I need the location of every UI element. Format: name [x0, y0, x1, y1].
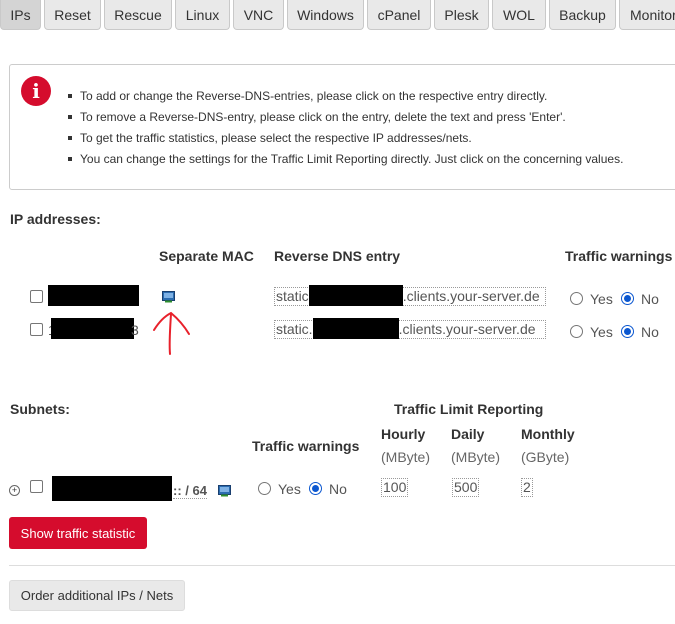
tab-monitor[interactable]: Monitor	[619, 0, 675, 30]
subnet-traffic-no-label: No	[329, 481, 347, 497]
subnet-row-checkbox[interactable]	[30, 480, 43, 493]
redacted-ip	[51, 318, 134, 339]
info-item: To remove a Reverse-DNS-entry, please cl…	[67, 109, 623, 130]
annotation-arrow	[153, 311, 190, 355]
traffic-yes-label: Yes	[590, 291, 613, 307]
reverse-dns-entry[interactable]: static. .clients.your-server.de	[274, 317, 546, 339]
redacted-dns	[312, 317, 399, 339]
monthly-unit: (GByte)	[521, 449, 570, 465]
reverse-dns-entry[interactable]: static .clients.your-server.de	[274, 284, 546, 306]
traffic-warnings-header: Traffic warnings	[565, 248, 673, 264]
traffic-no-radio[interactable]	[621, 325, 634, 338]
expand-icon[interactable]: +	[9, 485, 20, 496]
subnets-title: Subnets:	[10, 401, 70, 417]
tab-ips[interactable]: IPs	[0, 0, 41, 30]
dns-suffix: .clients.your-server.de	[402, 288, 540, 304]
subnet-prefix[interactable]: :: / 64	[173, 483, 207, 499]
subnet-traffic-yes-radio[interactable]	[258, 482, 271, 495]
separate-mac-icon[interactable]	[162, 291, 175, 303]
tab-cpanel[interactable]: cPanel	[367, 0, 431, 30]
monthly-header: Monthly	[521, 426, 575, 442]
daily-limit-value[interactable]: 500	[452, 478, 480, 497]
tab-reset[interactable]: Reset	[44, 0, 101, 30]
tab-bar: IPs Reset Rescue Linux VNC Windows cPane…	[0, 0, 675, 32]
ip-row-checkbox[interactable]	[30, 323, 43, 336]
tab-rescue[interactable]: Rescue	[104, 0, 172, 30]
order-additional-ips-button[interactable]: Order additional IPs / Nets	[9, 580, 185, 611]
traffic-yes-radio[interactable]	[570, 292, 583, 305]
dns-prefix: static	[276, 288, 309, 304]
separate-mac-icon[interactable]	[218, 485, 231, 497]
info-list: To add or change the Reverse-DNS-entries…	[67, 88, 623, 172]
ip-suffix: 3	[131, 322, 139, 338]
hourly-limit-value[interactable]: 100	[381, 478, 409, 497]
separate-mac-header: Separate MAC	[159, 248, 254, 264]
daily-header: Daily	[451, 426, 485, 442]
traffic-yes-radio[interactable]	[570, 325, 583, 338]
info-item: To get the traffic statistics, please se…	[67, 130, 623, 151]
traffic-no-radio[interactable]	[621, 292, 634, 305]
traffic-limit-reporting-header: Traffic Limit Reporting	[394, 401, 544, 417]
subnet-traffic-no-radio[interactable]	[309, 482, 322, 495]
info-item: To add or change the Reverse-DNS-entries…	[67, 88, 623, 109]
divider	[9, 565, 675, 566]
traffic-yes-label: Yes	[590, 324, 613, 340]
redacted-subnet	[52, 476, 172, 501]
tab-wol[interactable]: WOL	[492, 0, 546, 30]
subnet-traffic-yes-label: Yes	[278, 481, 301, 497]
dns-suffix: .clients.your-server.de	[398, 321, 536, 337]
daily-unit: (MByte)	[451, 449, 500, 465]
tab-backup[interactable]: Backup	[549, 0, 616, 30]
tab-windows[interactable]: Windows	[287, 0, 364, 30]
show-traffic-statistic-button[interactable]: Show traffic statistic	[9, 517, 147, 549]
traffic-no-label: No	[641, 324, 659, 340]
tab-linux[interactable]: Linux	[175, 0, 230, 30]
ip-row-checkbox[interactable]	[30, 290, 43, 303]
traffic-no-label: No	[641, 291, 659, 307]
redacted-ip	[48, 285, 139, 306]
hourly-header: Hourly	[381, 426, 426, 442]
tab-vnc[interactable]: VNC	[233, 0, 284, 30]
redacted-dns	[308, 284, 403, 306]
monthly-limit-value[interactable]: 2	[521, 478, 533, 497]
hourly-unit: (MByte)	[381, 449, 430, 465]
dns-prefix: static.	[276, 321, 313, 337]
info-item: You can change the settings for the Traf…	[67, 151, 623, 172]
subnet-traffic-warnings-header: Traffic warnings	[252, 438, 360, 454]
ip-addresses-title: IP addresses:	[10, 211, 101, 227]
tab-plesk[interactable]: Plesk	[434, 0, 489, 30]
info-icon: i	[21, 76, 51, 106]
reverse-dns-header: Reverse DNS entry	[274, 248, 401, 264]
